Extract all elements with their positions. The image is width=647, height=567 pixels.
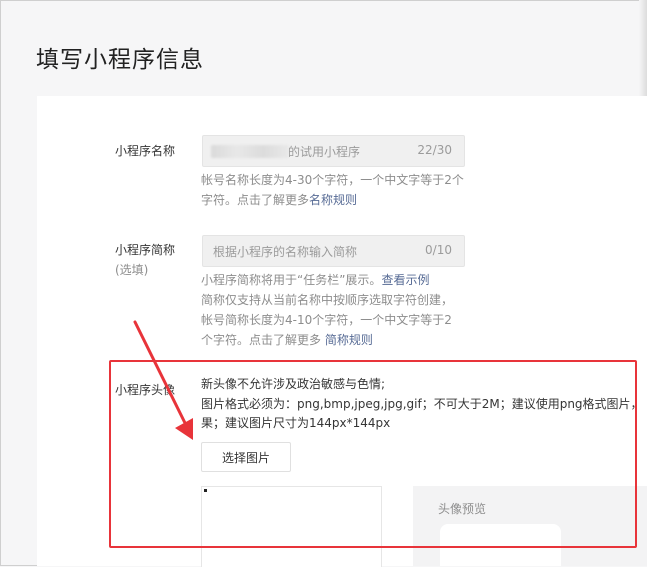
- annotation-arrow-icon: [133, 320, 193, 440]
